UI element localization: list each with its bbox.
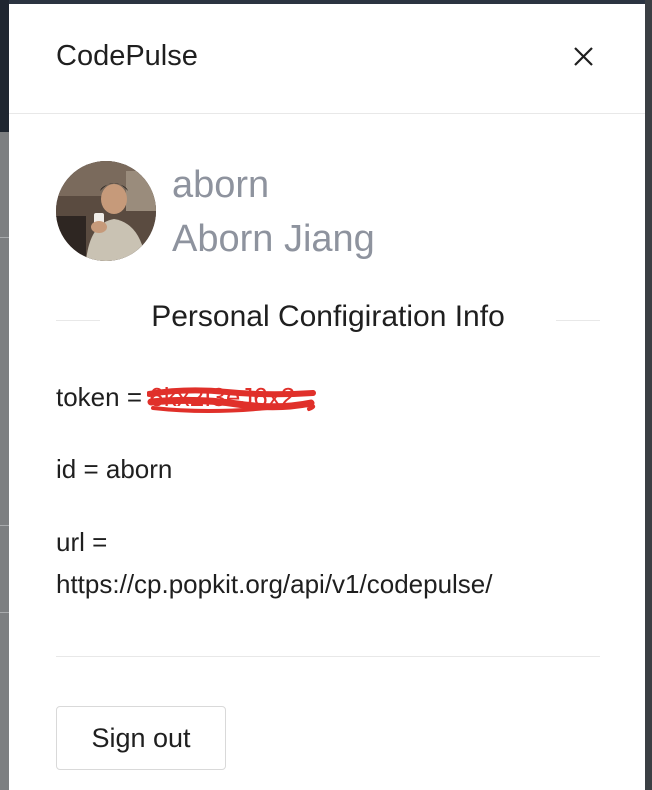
backdrop-divider	[0, 237, 9, 238]
id-line: id = aborn	[56, 454, 173, 484]
backdrop-divider	[0, 525, 9, 526]
section-title: Personal Configiration Info	[151, 300, 505, 333]
profile-full-name: Aborn Jiang	[172, 218, 375, 260]
redaction-scribble-icon	[147, 387, 317, 413]
drawer-header: CodePulse	[9, 4, 645, 114]
close-button[interactable]	[567, 40, 601, 74]
section-divider: Personal Configiration Info	[56, 300, 600, 340]
user-avatar-photo	[56, 161, 156, 261]
profile-username: aborn	[172, 164, 270, 206]
sign-out-button[interactable]: Sign out	[56, 706, 226, 770]
backdrop-divider	[0, 612, 9, 613]
close-icon	[574, 47, 593, 66]
url-value: https://cp.popkit.org/api/v1/codepulse/	[56, 569, 493, 599]
bottom-divider	[56, 656, 600, 657]
profile-drawer: CodePulse aborn Aborn Jiang Personal Con…	[9, 4, 645, 790]
backdrop-right	[645, 0, 652, 790]
drawer-title: CodePulse	[56, 40, 198, 72]
token-value: 6kx2I3eJ6x2	[147, 382, 317, 413]
backdrop-dark-panel	[0, 0, 9, 132]
avatar	[56, 161, 156, 261]
token-line: token = 6kx2I3eJ6x2	[56, 382, 317, 413]
backdrop-left	[0, 0, 9, 790]
url-label: url =	[56, 527, 108, 557]
token-label: token =	[56, 382, 150, 412]
